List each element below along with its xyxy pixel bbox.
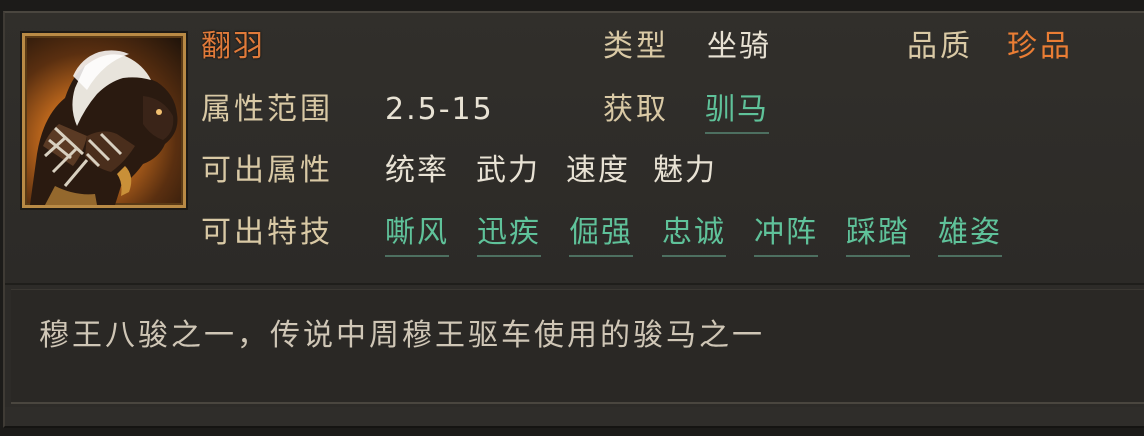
type-label: 类型	[603, 29, 669, 64]
item-description: 穆王八骏之一，传说中周穆王驱车使用的骏马之一	[39, 318, 765, 353]
skill-link[interactable]: 忠诚	[662, 218, 726, 257]
type-value: 坐骑	[707, 29, 771, 64]
skills-label: 可出特技	[201, 215, 333, 250]
quality-label: 品质	[907, 29, 973, 64]
attr-range-label: 属性范围	[201, 92, 333, 127]
attr-range-value: 2.5-15	[385, 92, 494, 127]
attributes-label: 可出属性	[201, 153, 333, 188]
skill-link[interactable]: 雄姿	[938, 218, 1002, 257]
attribute-item: 魅力	[653, 153, 717, 188]
skill-link[interactable]: 倔强	[569, 218, 633, 257]
panel-footer	[5, 407, 1144, 426]
skill-link[interactable]: 踩踏	[846, 218, 910, 257]
quality-value: 珍品	[1007, 29, 1073, 64]
item-portrait	[22, 33, 186, 208]
skill-link[interactable]: 迅疾	[477, 218, 541, 257]
obtain-link[interactable]: 驯马	[705, 95, 769, 134]
attribute-item: 速度	[566, 153, 630, 188]
description-box: 穆王八骏之一，传说中周穆王驱车使用的骏马之一	[11, 289, 1144, 404]
item-detail-panel: 翻羽 类型 坐骑 品质 珍品 属性范围 2.5-15 获取 驯马 可出属性 统率…	[3, 11, 1144, 428]
section-divider	[5, 283, 1144, 285]
attribute-item: 武力	[476, 153, 540, 188]
skill-link[interactable]: 嘶风	[385, 218, 449, 257]
horse-icon	[30, 50, 178, 205]
attribute-item: 统率	[385, 153, 449, 188]
obtain-label: 获取	[603, 92, 669, 127]
item-info-section: 翻羽 类型 坐骑 品质 珍品 属性范围 2.5-15 获取 驯马 可出属性 统率…	[5, 13, 1144, 283]
item-name: 翻羽	[201, 29, 265, 64]
skill-link[interactable]: 冲阵	[754, 218, 818, 257]
item-tooltip-frame: 翻羽 类型 坐骑 品质 珍品 属性范围 2.5-15 获取 驯马 可出属性 统率…	[0, 0, 1144, 436]
